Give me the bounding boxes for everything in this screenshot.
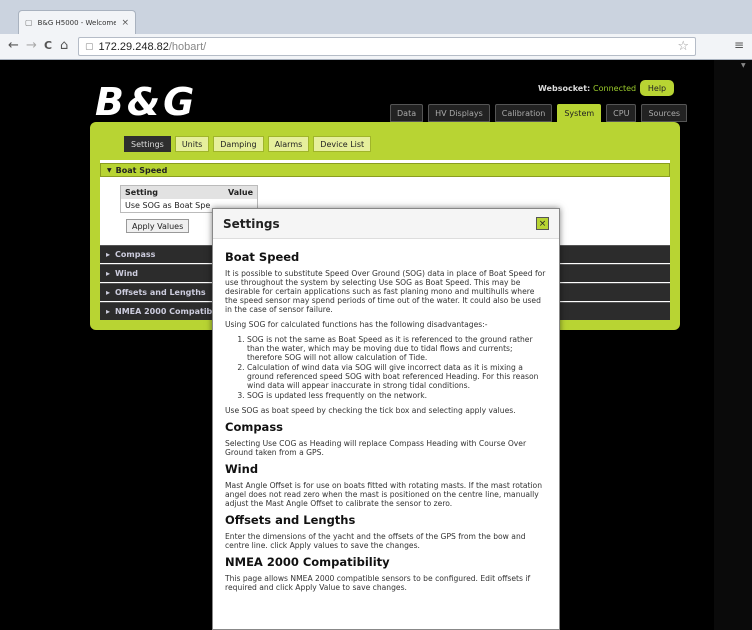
tab-sources[interactable]: Sources <box>641 104 688 122</box>
disadvantages-intro: Using SOG for calculated functions has t… <box>225 320 488 329</box>
forward-icon[interactable]: → <box>26 38 37 54</box>
accordion-label: Compass <box>115 250 156 259</box>
subtab-damping[interactable]: Damping <box>213 136 264 152</box>
dialog-title: Settings <box>223 216 280 231</box>
bookmark-star-icon[interactable]: ☆ <box>677 39 689 54</box>
dialog-body: Boat Speed It is possible to substitute … <box>213 239 559 604</box>
reload-icon[interactable]: C <box>44 38 52 54</box>
heading-wind: Wind <box>225 462 259 476</box>
list-item: SOG is not the same as Boat Speed as it … <box>247 335 547 362</box>
accordion-boat-speed[interactable]: ▼ Boat Speed <box>100 163 670 177</box>
subtab-settings[interactable]: Settings <box>124 136 171 152</box>
heading-offsets: Offsets and Lengths <box>225 513 356 527</box>
accordion-label: NMEA 2000 Compatibil <box>115 307 218 316</box>
close-icon[interactable]: × <box>536 217 549 230</box>
heading-nmea: NMEA 2000 Compatibility <box>225 555 390 569</box>
close-tab-icon[interactable]: × <box>121 18 129 28</box>
subtab-alarms[interactable]: Alarms <box>267 136 310 152</box>
heading-boat-speed: Boat Speed <box>225 250 300 264</box>
url-host: 172.29.248.82 <box>98 40 169 53</box>
right-gutter <box>714 60 752 630</box>
browser-tabstrip: ▢ B&G H5000 - Welcome × <box>0 0 752 38</box>
list-item: SOG is updated less frequently on the ne… <box>247 391 547 400</box>
compass-text: Selecting Use COG as Heading will replac… <box>225 439 527 457</box>
accordion-label: Wind <box>115 269 139 278</box>
triangle-down-icon: ▼ <box>107 166 112 174</box>
browser-tab[interactable]: ▢ B&G H5000 - Welcome × <box>18 10 136 34</box>
tab-hv-displays[interactable]: HV Displays <box>428 104 490 122</box>
list-item: Calculation of wind data via SOG will gi… <box>247 363 547 390</box>
tab-cpu[interactable]: CPU <box>606 104 637 122</box>
accordion-label: Boat Speed <box>115 165 168 175</box>
accordion-label: Offsets and Lengths <box>115 288 206 297</box>
triangle-right-icon: ▸ <box>106 250 111 259</box>
tab-data[interactable]: Data <box>390 104 424 122</box>
url-path: /hobart/ <box>168 40 207 53</box>
apply-values-button[interactable]: Apply Values <box>126 219 190 233</box>
help-button[interactable]: Help <box>640 80 674 96</box>
triangle-right-icon: ▸ <box>106 288 111 297</box>
dialog-header: Settings × <box>213 209 559 239</box>
settings-help-dialog: Settings × Boat Speed It is possible to … <box>212 208 560 630</box>
home-icon[interactable]: ⌂ <box>60 38 68 54</box>
subtab-units[interactable]: Units <box>174 136 210 152</box>
websocket-value: Connected <box>593 84 637 93</box>
websocket-label: Websocket: <box>538 84 591 93</box>
browser-menu-icon[interactable]: ≡ <box>734 38 744 52</box>
websocket-status: Websocket: Connected <box>538 84 636 93</box>
browser-toolbar: ← → C ⌂ ▢ 172.29.248.82/hobart/ ☆ <box>0 34 752 60</box>
tab-calibration[interactable]: Calibration <box>494 104 553 122</box>
nmea-text: This page allows NMEA 2000 compatible se… <box>225 574 531 592</box>
subtab-device-list[interactable]: Device List <box>313 136 372 152</box>
tab-title: B&G H5000 - Welcome <box>37 18 117 27</box>
heading-compass: Compass <box>225 420 284 434</box>
sub-nav: Settings Units Damping Alarms Device Lis… <box>124 136 372 152</box>
back-icon[interactable]: ← <box>8 38 19 54</box>
tab-system[interactable]: System <box>557 104 602 122</box>
table-header: Setting Value <box>121 186 257 199</box>
col-setting: Setting <box>125 188 158 197</box>
offsets-text: Enter the dimensions of the yacht and th… <box>225 532 526 550</box>
bg-logo: B&G <box>95 80 198 124</box>
boat-speed-outro: Use SOG as boat speed by checking the ti… <box>225 406 516 415</box>
triangle-right-icon: ▸ <box>106 269 111 278</box>
triangle-right-icon: ▸ <box>106 307 111 316</box>
page-icon: ▢ <box>25 18 33 27</box>
boat-speed-intro: It is possible to substitute Speed Over … <box>225 269 546 314</box>
wind-text: Mast Angle Offset is for use on boats fi… <box>225 481 543 508</box>
address-bar[interactable]: ▢ 172.29.248.82/hobart/ ☆ <box>78 37 696 56</box>
page-icon: ▢ <box>85 41 94 52</box>
disadvantages-list: SOG is not the same as Boat Speed as it … <box>247 335 547 400</box>
row-label: Use SOG as Boat Spe <box>125 201 211 210</box>
scroll-arrow-icon[interactable]: ▼ <box>741 62 746 69</box>
col-value: Value <box>227 188 253 197</box>
top-nav: Data HV Displays Calibration System CPU … <box>390 104 688 122</box>
